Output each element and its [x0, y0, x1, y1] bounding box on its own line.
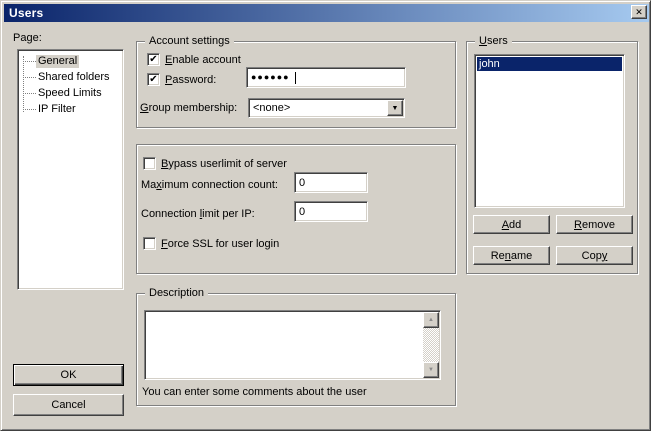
check-icon: ✔ — [149, 75, 157, 85]
password-input[interactable]: ●●●●●● — [246, 67, 406, 88]
force-ssl-label: Force SSL for user login — [161, 238, 279, 251]
scroll-up-icon: ▲ — [428, 317, 434, 323]
connection-limit-per-ip-label: Connection limit per IP: — [141, 208, 255, 221]
description-group-title: Description — [145, 287, 208, 300]
password-label: Password: — [165, 74, 216, 87]
check-icon: ✔ — [149, 55, 157, 65]
remove-button-label: Remove — [574, 219, 615, 231]
scroll-down-icon: ▼ — [428, 367, 434, 373]
password-checkbox[interactable]: ✔ — [147, 73, 160, 86]
enable-account-label: Enable account — [165, 54, 241, 67]
add-button-label: Add — [502, 219, 522, 231]
copy-button-label: Copy — [582, 250, 608, 262]
bypass-userlimit-label: Bypass userlimit of server — [161, 158, 287, 171]
connection-limit-per-ip-input[interactable]: 0 — [294, 201, 368, 222]
account-settings-group-title: Account settings — [145, 35, 234, 48]
max-connection-count-input[interactable]: 0 — [294, 172, 368, 193]
enable-account-checkbox[interactable]: ✔ — [147, 53, 160, 66]
password-value: ●●●●●● — [251, 71, 290, 84]
max-connection-count-value: 0 — [299, 177, 305, 190]
page-label: Page: — [13, 32, 42, 45]
tree-item-label: Shared folders — [36, 71, 112, 84]
cancel-button[interactable]: Cancel — [13, 394, 124, 416]
copy-button[interactable]: Copy — [556, 246, 633, 265]
combo-dropdown-button[interactable]: ▼ — [387, 100, 403, 116]
tree-item-label: General — [36, 55, 79, 68]
description-hint: You can enter some comments about the us… — [142, 386, 367, 399]
rename-button[interactable]: Rename — [473, 246, 550, 265]
close-icon: ✕ — [635, 8, 643, 17]
add-button[interactable]: Add — [473, 215, 550, 234]
description-textarea[interactable]: ▲ ▼ — [144, 310, 441, 380]
force-ssl-checkbox[interactable] — [143, 237, 156, 250]
close-button[interactable]: ✕ — [631, 5, 647, 19]
text-caret — [295, 72, 296, 84]
chevron-down-icon: ▼ — [392, 105, 399, 112]
description-scrollbar[interactable]: ▲ ▼ — [423, 312, 439, 378]
group-membership-value: <none> — [253, 102, 290, 115]
tree-item-speed-limits[interactable]: Speed Limits — [18, 85, 104, 101]
max-connection-count-label: Maximum connection count: — [141, 179, 278, 192]
tree-branch-icon — [23, 109, 36, 110]
scroll-down-button[interactable]: ▼ — [423, 362, 439, 378]
bypass-userlimit-checkbox[interactable] — [143, 157, 156, 170]
users-listbox[interactable]: john — [474, 54, 625, 208]
tree-branch-icon — [23, 61, 36, 62]
users-group-title: Users — [475, 35, 512, 48]
group-membership-select[interactable]: <none> ▼ — [248, 98, 405, 118]
tree-branch-icon — [23, 77, 36, 78]
tree-item-label: IP Filter — [36, 103, 78, 116]
group-membership-label: Group membership: — [140, 102, 237, 115]
tree-item-shared-folders[interactable]: Shared folders — [18, 69, 112, 85]
tree-item-label: Speed Limits — [36, 87, 104, 100]
tree-branch-icon — [23, 93, 36, 94]
users-dialog: Users ✕ Page: General Shared folders Spe… — [0, 0, 651, 431]
scroll-up-button[interactable]: ▲ — [423, 312, 439, 328]
rename-button-label: Rename — [491, 250, 533, 262]
connection-limit-per-ip-value: 0 — [299, 206, 305, 219]
tree-item-ip-filter[interactable]: IP Filter — [18, 101, 78, 117]
ok-button[interactable]: OK — [13, 364, 124, 386]
remove-button[interactable]: Remove — [556, 215, 633, 234]
page-tree[interactable]: General Shared folders Speed Limits IP F… — [17, 49, 124, 290]
tree-item-general[interactable]: General — [18, 53, 79, 69]
user-list-item[interactable]: john — [477, 57, 622, 71]
